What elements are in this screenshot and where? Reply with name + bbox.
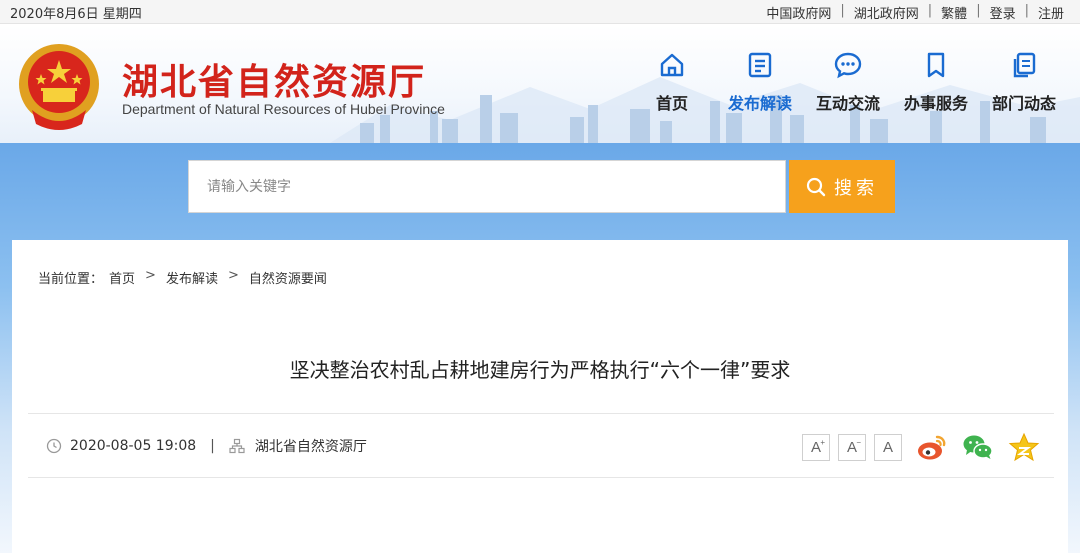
- font-size-reset-button[interactable]: A: [874, 433, 902, 461]
- chat-bubble-icon: [834, 52, 862, 79]
- article-source: 湖北省自然资源厅: [254, 439, 367, 455]
- search-input-wrapper[interactable]: [188, 160, 786, 213]
- link-register[interactable]: 注册: [1038, 3, 1064, 22]
- breadcrumb-release[interactable]: 发布解读: [166, 268, 218, 287]
- national-emblem-icon: [19, 44, 99, 130]
- article-meta: 2020-08-05 19:08 | 湖北省自然资源厅: [46, 436, 367, 456]
- breadcrumb-separator: >: [145, 268, 156, 283]
- home-icon: [660, 53, 684, 77]
- star-favorite-icon[interactable]: [1008, 432, 1040, 462]
- content-panel: 当前位置： 首页 > 发布解读 > 自然资源要闻 坚决整治农村乱占耕地建房行为严…: [12, 240, 1068, 553]
- minus-icon: −: [856, 437, 861, 447]
- font-button-label: A: [882, 438, 893, 456]
- site-subtitle: Department of Natural Resources of Hubei…: [122, 101, 445, 117]
- nav-release-interpretation[interactable]: 发布解读: [716, 50, 804, 114]
- divider: |: [1024, 3, 1029, 18]
- divider: |: [840, 3, 845, 18]
- nav-interaction[interactable]: 互动交流: [804, 50, 892, 114]
- site-title: 湖北省自然资源厅: [122, 62, 427, 103]
- search-button[interactable]: 搜索: [789, 160, 895, 213]
- divider: |: [976, 3, 981, 18]
- link-traditional-chinese[interactable]: 繁體: [941, 3, 967, 22]
- divider: [28, 413, 1054, 414]
- link-gov-cn[interactable]: 中国政府网: [766, 3, 831, 22]
- publish-datetime: 2020-08-05 19:08: [70, 438, 197, 454]
- nav-services[interactable]: 办事服务: [892, 50, 980, 114]
- nav-label: 首页: [655, 94, 688, 113]
- clock-icon: [46, 438, 62, 454]
- breadcrumb-news[interactable]: 自然资源要闻: [249, 268, 327, 287]
- site-header: 湖北省自然资源厅 Department of Natural Resources…: [0, 25, 1080, 143]
- breadcrumb: 当前位置： 首页 > 发布解读 > 自然资源要闻: [38, 268, 327, 287]
- breadcrumb-home[interactable]: 首页: [109, 268, 135, 287]
- divider: [28, 477, 1054, 478]
- search-input[interactable]: [207, 161, 767, 212]
- main-nav: 首页 发布解读 互动交流 办事服务 部门动态: [628, 50, 1068, 114]
- organization-icon: [229, 438, 245, 454]
- nav-label: 办事服务: [903, 94, 968, 113]
- meta-separator: |: [210, 438, 215, 454]
- nav-home[interactable]: 首页: [628, 50, 716, 114]
- top-links: 中国政府网 | 湖北政府网 | 繁體 | 登录 | 注册: [766, 3, 1064, 22]
- article-title: 坚决整治农村乱占耕地建房行为严格执行“六个一律”要求: [289, 358, 791, 382]
- search-icon: [806, 177, 826, 196]
- wechat-icon[interactable]: [962, 432, 994, 462]
- current-date: 2020年8月6日 星期四: [10, 7, 142, 22]
- divider: |: [927, 3, 933, 18]
- search-button-label: 搜索: [834, 177, 878, 199]
- document-list-icon: [748, 52, 772, 78]
- link-hubei-gov[interactable]: 湖北政府网: [854, 3, 919, 22]
- nav-label: 部门动态: [991, 94, 1056, 113]
- font-size-increase-button[interactable]: A +: [802, 433, 830, 461]
- bookmark-icon: [927, 52, 945, 78]
- link-login[interactable]: 登录: [990, 3, 1016, 22]
- breadcrumb-prefix: 当前位置：: [38, 272, 104, 287]
- font-size-decrease-button[interactable]: A −: [838, 433, 866, 461]
- copy-document-icon: [1013, 52, 1036, 78]
- nav-label: 互动交流: [815, 94, 880, 113]
- top-bar: 2020年8月6日 星期四 中国政府网 | 湖北政府网 | 繁體 | 登录 | …: [0, 0, 1080, 24]
- article-tools: A + A − A: [802, 432, 1040, 462]
- nav-label: 发布解读: [727, 94, 792, 113]
- breadcrumb-separator: >: [227, 268, 239, 283]
- weibo-icon[interactable]: [916, 432, 948, 462]
- nav-department-news[interactable]: 部门动态: [980, 50, 1068, 114]
- plus-icon: +: [820, 437, 825, 447]
